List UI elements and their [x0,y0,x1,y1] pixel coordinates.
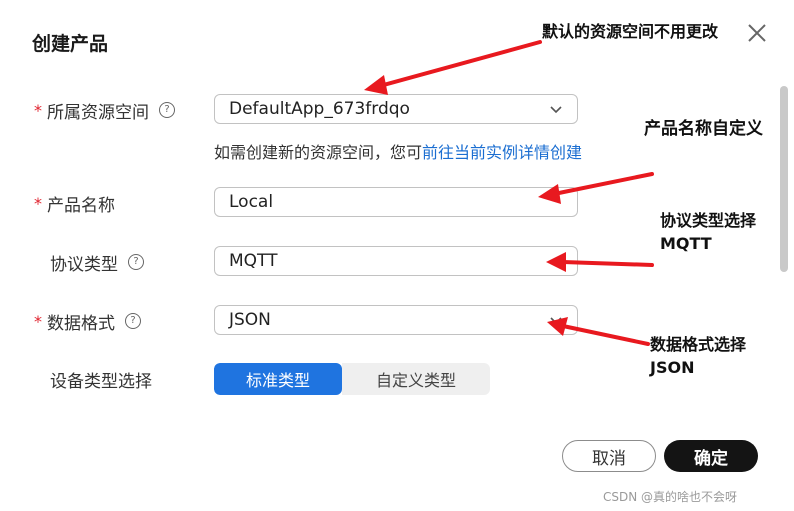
annotation-resource-space: 默认的资源空间不用更改 [542,22,719,41]
annotation-arrows [364,40,654,346]
arrow-resource-space [364,40,542,95]
arrow-protocol-type [546,252,654,272]
annotation-format-line2: JSON [650,358,695,377]
annotation-product-name: 产品名称自定义 [644,119,763,139]
watermark: CSDN @真的啥也不会呀 [603,490,738,504]
annotation-format-line1: 数据格式选择 [650,335,747,354]
annotation-data-format: 数据格式选择 JSON [650,333,746,379]
arrow-product-name [538,172,654,204]
annotation-protocol-line2: MQTT [660,234,712,253]
annotation-protocol-type: 协议类型选择 MQTT [660,209,756,255]
annotation-protocol-line1: 协议类型选择 [660,211,757,230]
arrow-data-format [547,317,650,346]
